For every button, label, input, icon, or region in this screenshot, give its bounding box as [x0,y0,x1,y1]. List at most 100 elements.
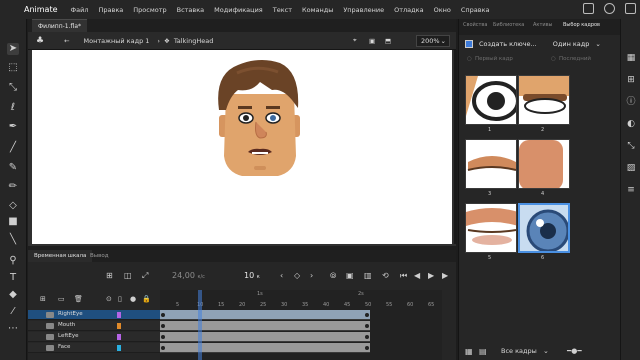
menu-debug[interactable]: Отладка [389,6,428,14]
play-icon[interactable]: ▶ [428,271,434,280]
menu-control[interactable]: Управление [338,6,389,14]
visibility-icon[interactable]: ● [130,295,136,303]
layer-color-swatch[interactable] [117,312,121,318]
frame-thumbnail[interactable] [518,75,570,125]
brush-tool-icon[interactable]: ✎ [7,162,19,174]
tab-output[interactable]: Вывод [84,250,115,262]
swatches-icon[interactable]: ▨ [626,163,636,173]
lock-icon[interactable]: 🔒 [142,295,151,303]
current-frame[interactable]: 10 к [244,271,260,280]
grid-view-icon[interactable]: ▦ [465,347,473,356]
menu-edit[interactable]: Правка [94,6,129,14]
keyframe[interactable] [365,313,369,317]
free-transform-tool-icon[interactable]: ⬚ [7,62,19,74]
onion-outline-icon[interactable]: ▣ [346,271,354,280]
scene-label[interactable]: Монтажный кадр 1 [84,37,150,45]
layer-face[interactable]: Face [28,343,160,353]
prev-keyframe-icon[interactable]: ‹ [280,271,283,280]
step-forward-icon[interactable]: ▶ [442,271,448,280]
info-icon[interactable]: ⓘ [626,97,636,107]
add-keyframe-icon[interactable]: ◇ [294,271,300,280]
tab-timeline[interactable]: Временная шкала [28,250,93,262]
mode-select[interactable]: Один кадр [553,40,590,48]
clip-icon[interactable]: ▣ [369,37,375,45]
go-first-icon[interactable]: ⏮ [400,271,407,281]
talking-head-character[interactable] [32,50,452,244]
frame-thumbnail[interactable] [465,139,517,189]
layer-color-swatch[interactable] [117,323,121,329]
selection-tool-icon[interactable]: ➤ [7,43,19,55]
code-icon[interactable]: ≡ [626,185,636,195]
keyframe[interactable] [365,324,369,328]
frame-span-face[interactable] [160,343,370,353]
document-tab[interactable]: Филипп-1.fla* [32,19,87,32]
zoom-slider[interactable]: ━●━ [567,347,582,355]
radio-icon[interactable]: ○ [467,56,472,62]
frame-thumbnail-selected[interactable] [518,203,570,253]
paint-bucket-tool-icon[interactable]: ◆ [7,289,19,301]
radio-icon[interactable]: ○ [551,56,556,62]
tab-frame-picker[interactable]: Выбор кадров [563,22,600,28]
step-back-icon[interactable]: ◀ [414,271,420,280]
subselect-tool-icon[interactable]: ⤡ [7,82,19,94]
eyedropper-tool-icon[interactable]: ⁄ [7,306,19,318]
menu-help[interactable]: Справка [456,6,495,14]
menu-insert[interactable]: Вставка [172,6,210,14]
playhead[interactable] [198,290,202,360]
first-frame-option[interactable]: Первый кадр [475,56,513,62]
eraser-tool-icon[interactable]: ◇ [7,200,19,212]
rectangle-tool-icon[interactable]: ■ [7,216,19,228]
zoom-select[interactable]: 200% ⌄ [416,35,450,47]
menu-view[interactable]: Просмотр [128,6,171,14]
tab-assets[interactable]: Активы [533,22,553,28]
more-tools-icon[interactable]: ⋯ [7,323,19,335]
tab-properties[interactable]: Свойства [463,22,487,28]
layer-color-swatch[interactable] [117,334,121,340]
new-folder-icon[interactable]: ▭ [58,295,65,303]
menu-file[interactable]: Файл [66,6,94,14]
keyframe[interactable] [161,313,165,317]
create-keyframe-checkbox[interactable] [465,40,473,48]
outline-icon[interactable]: ▯ [118,295,122,303]
transform-icon[interactable]: ⤡ [626,141,636,151]
highlight-icon[interactable]: ⊙ [106,295,112,303]
keyframe[interactable] [365,335,369,339]
pen-tool-icon[interactable]: ✒ [7,121,19,133]
frame-thumbnail[interactable] [465,203,517,253]
test-movie-icon[interactable] [604,3,615,14]
keyframe[interactable] [161,335,165,339]
layer-mouth[interactable]: Mouth [28,321,160,331]
menu-window[interactable]: Окно [429,6,456,14]
line-segment-tool-icon[interactable]: ╲ [7,234,19,246]
edit-symbols-icon[interactable]: ⬒ [385,37,391,45]
line-tool-icon[interactable]: ╱ [7,142,19,154]
align-icon[interactable]: ⊞ [626,75,636,85]
menu-text[interactable]: Текст [268,6,297,14]
frame-span-lefteye[interactable] [160,332,370,342]
list-view-icon[interactable]: ▤ [479,347,487,356]
new-layer-icon[interactable]: ⊞ [40,295,46,303]
share-icon[interactable] [625,3,636,14]
bone-tool-icon[interactable]: ⚲ [7,255,19,267]
fit-timeline-icon[interactable]: ⤢ [142,271,148,281]
keyframe[interactable] [161,324,165,328]
frame-span-righteye[interactable] [160,310,370,320]
frame-rate[interactable]: 24,00 к/с [172,271,205,280]
layer-righteye[interactable]: RightEye [28,310,160,320]
layer-depth-icon[interactable]: ◫ [124,271,132,280]
pencil-tool-icon[interactable]: ✏ [7,181,19,193]
properties-icon[interactable]: ▦ [626,53,636,63]
camera-icon[interactable]: ⊞ [106,271,113,280]
stage-canvas[interactable] [32,50,452,244]
filter-select[interactable]: Все кадры [501,347,537,355]
keyframe[interactable] [161,346,165,350]
lasso-tool-icon[interactable]: ℓ [7,102,19,114]
menu-modify[interactable]: Модификация [209,6,268,14]
layer-color-swatch[interactable] [117,345,121,351]
frame-span-mouth[interactable] [160,321,370,331]
breadcrumb-symbol[interactable]: TalkingHead [174,37,214,45]
layer-lefteye[interactable]: LeftEye [28,332,160,342]
loop-icon[interactable]: ⟲ [382,271,389,280]
workspace-icon[interactable] [583,3,594,14]
last-frame-option[interactable]: Последний [559,56,591,62]
